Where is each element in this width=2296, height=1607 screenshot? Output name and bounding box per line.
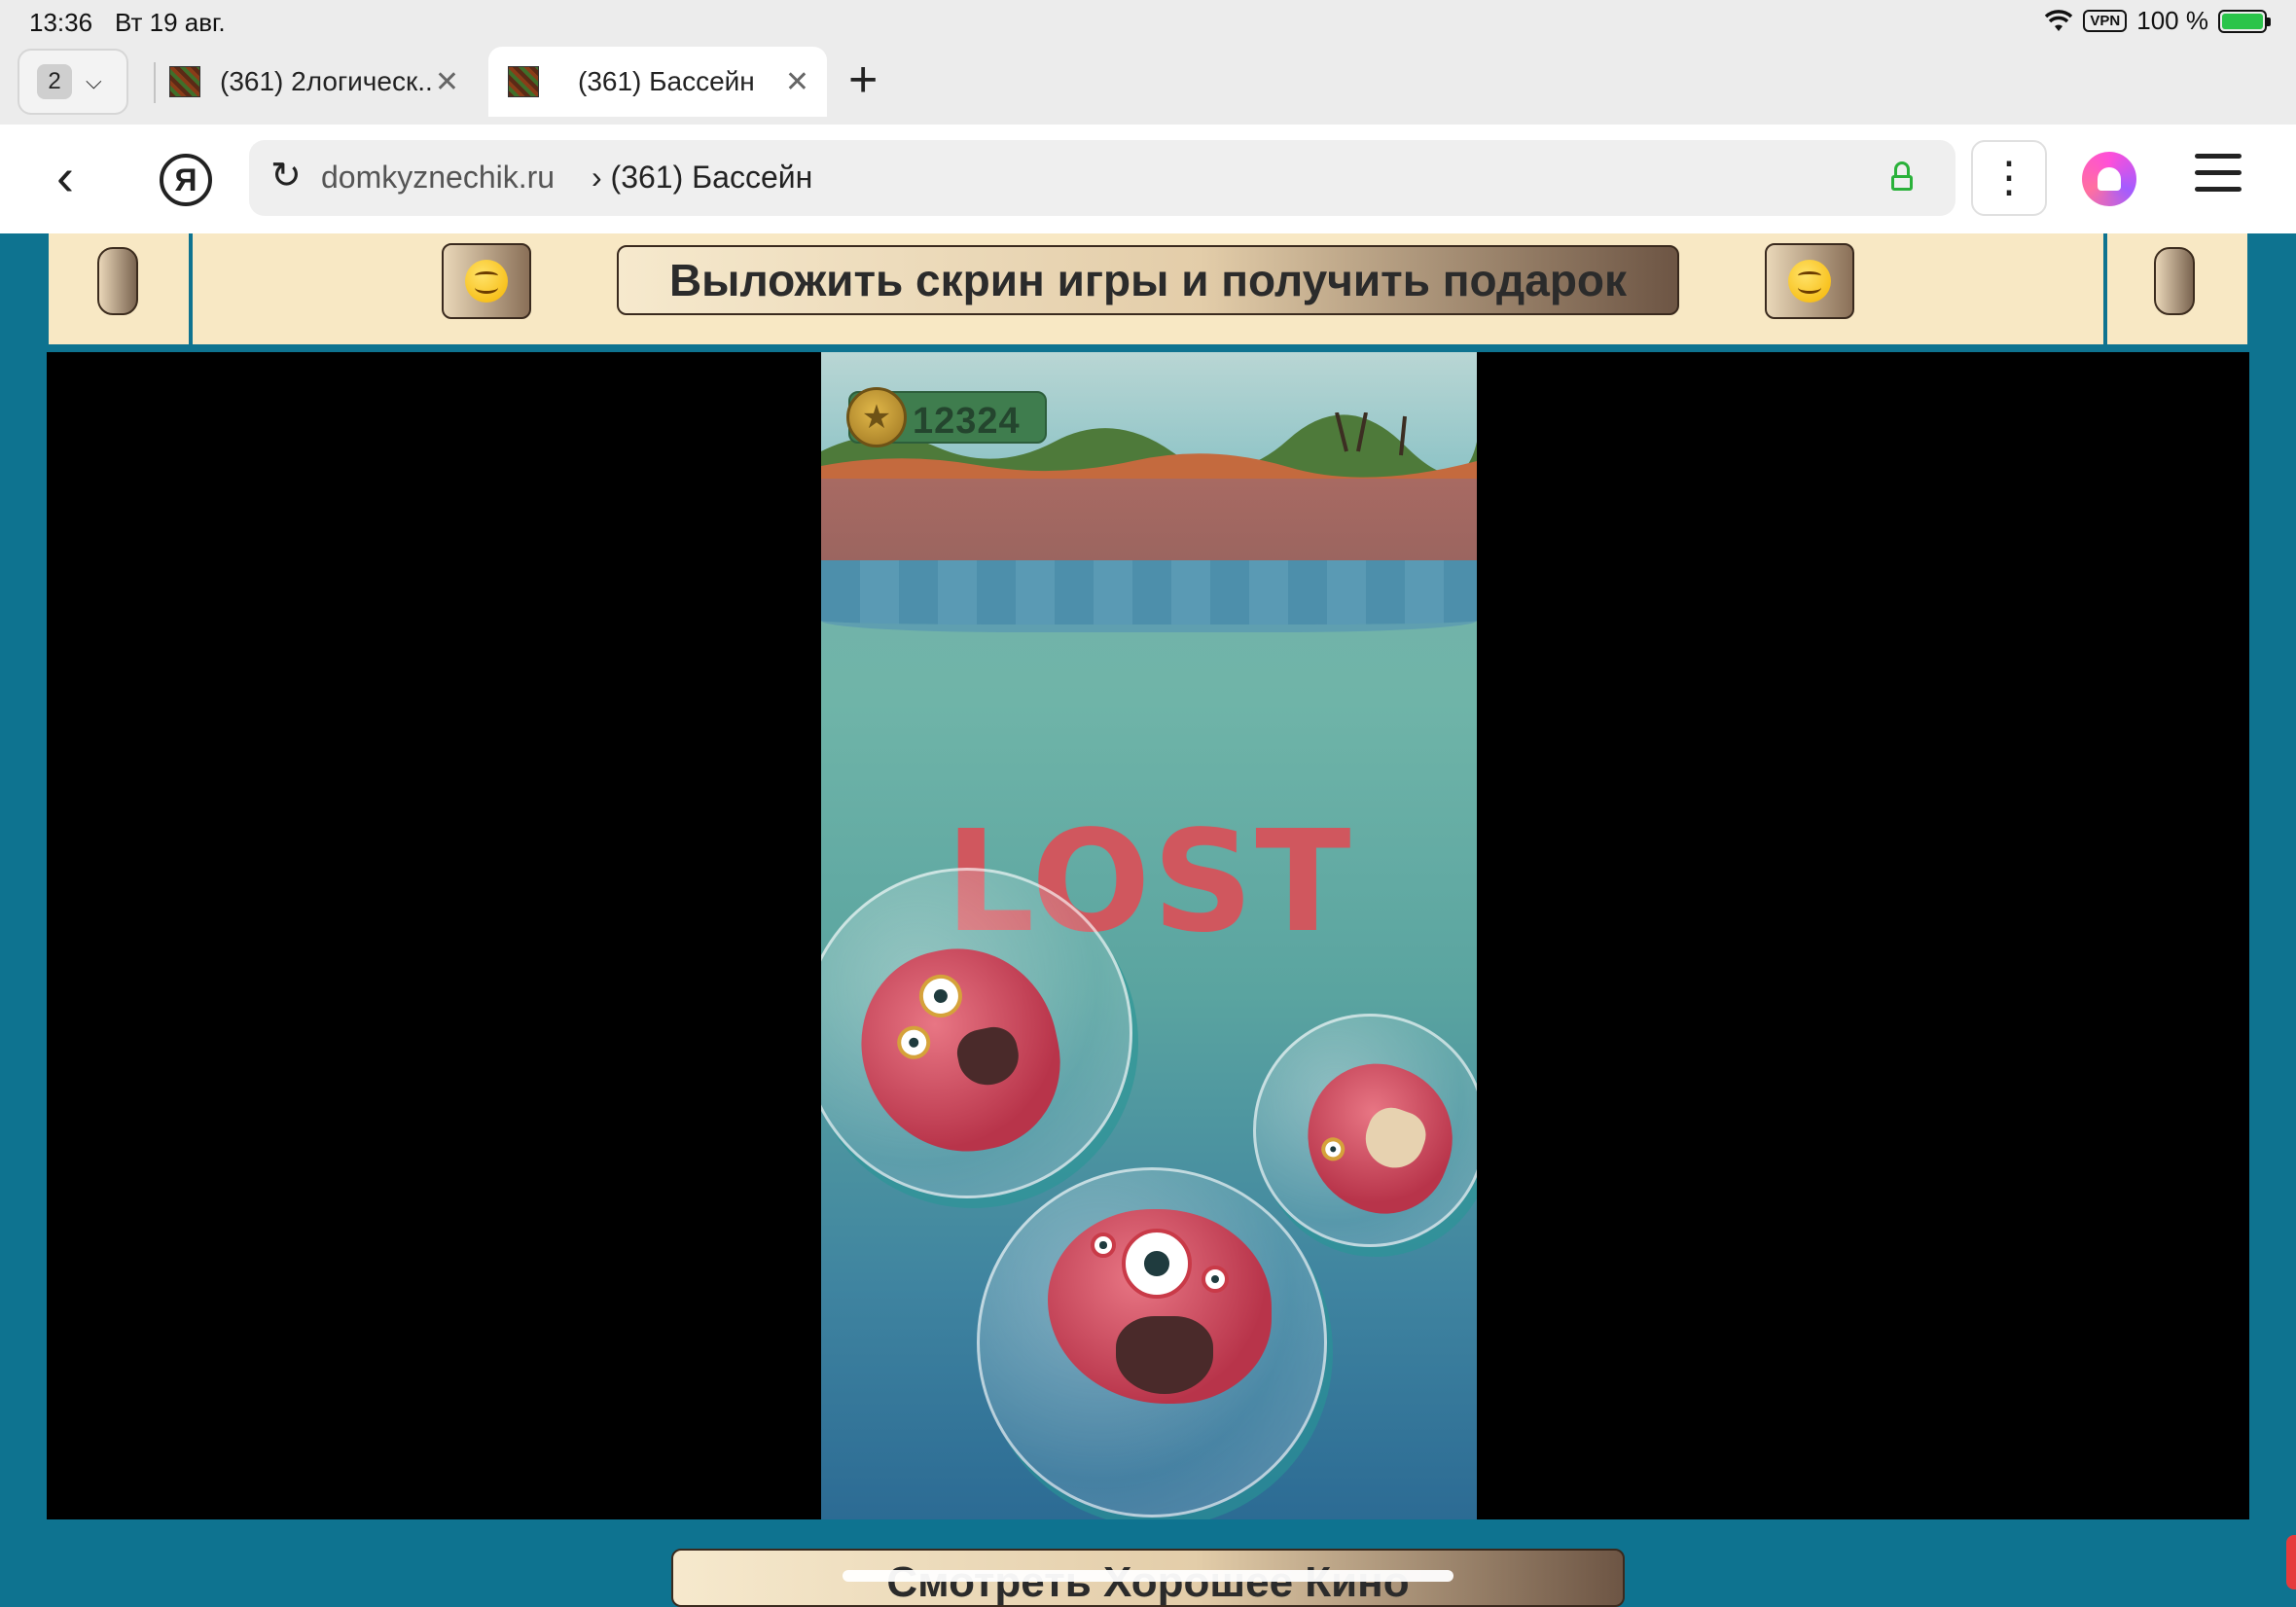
tab-favicon <box>169 66 200 97</box>
lock-icon[interactable] <box>1891 161 1913 191</box>
more-icon[interactable]: ⋮ <box>1971 140 2047 216</box>
coin-icon: ★ <box>846 387 907 447</box>
tab-logic[interactable]: (361) 2логическ... ✕ <box>169 47 477 117</box>
status-bar: 13:36 Вт 19 авг. VPN 100 % <box>0 0 2296 45</box>
home-indicator[interactable] <box>843 1570 1453 1582</box>
emoji-icon <box>1788 260 1831 303</box>
tab-bar: 2 ⌵ (361) 2логическ... ✕ (361) Бассейн ✕… <box>0 45 2296 125</box>
share-screenshot-button[interactable]: Выложить скрин игры и получить подарок <box>617 245 1679 315</box>
monster-mouth <box>1357 1100 1433 1176</box>
game-canvas[interactable]: ★ 12324 LOST <box>821 352 1477 1519</box>
vpn-badge: VPN <box>2083 10 2128 32</box>
monster-bubble[interactable] <box>977 1167 1327 1518</box>
tab-switcher-button[interactable]: 2 ⌵ <box>18 49 128 115</box>
score-panel: ★ 12324 <box>846 387 1047 447</box>
status-indicators: VPN 100 % <box>2044 6 2271 36</box>
battery-icon <box>2218 9 2271 33</box>
wifi-icon <box>2045 9 2073 31</box>
monster-bubble[interactable] <box>821 868 1132 1198</box>
reload-icon[interactable]: ↻ <box>270 154 302 197</box>
edge-widget[interactable] <box>2286 1535 2296 1589</box>
monster-mouth <box>1116 1316 1213 1394</box>
address-bar[interactable]: ↻ domkyznechik.ru › (361) Бассейн <box>249 140 1955 216</box>
monster-eye <box>1202 1266 1229 1293</box>
url-page-title: › (361) Бассейн <box>592 160 812 196</box>
banner-divider <box>2103 233 2107 348</box>
tab-title: (361) Бассейн <box>578 66 755 96</box>
alice-icon[interactable] <box>2082 152 2136 206</box>
yandex-logo-button[interactable]: Я <box>160 154 212 206</box>
score-value: 12324 <box>913 401 1021 442</box>
emoji-right-button[interactable] <box>1765 243 1854 319</box>
monster <box>1285 1044 1474 1232</box>
emoji-icon <box>465 260 508 303</box>
banner-left-pill[interactable] <box>97 247 138 315</box>
monster-bubble[interactable] <box>1253 1014 1477 1247</box>
emoji-left-button[interactable] <box>442 243 531 319</box>
plus-icon[interactable]: + <box>848 49 878 111</box>
status-date: Вт 19 авг. <box>115 8 226 37</box>
game-water-surface <box>821 560 1477 632</box>
monster-eye <box>1091 1232 1116 1258</box>
hamburger-icon[interactable] <box>2195 154 2242 203</box>
monster-mouth <box>952 1022 1024 1090</box>
game-frame: ★ 12324 LOST <box>47 352 2249 1519</box>
url-separator: › <box>592 160 602 195</box>
back-icon[interactable]: ‹ <box>56 148 74 206</box>
share-banner: Выложить скрин игры и получить подарок <box>49 233 2247 348</box>
monster-eye <box>1317 1133 1348 1164</box>
tab-favicon <box>508 66 539 97</box>
game-pool-edge <box>821 479 1477 560</box>
monster <box>843 930 1077 1171</box>
tab-count: 2 <box>37 64 72 99</box>
tab-pool[interactable]: (361) Бассейн ✕ <box>488 47 827 117</box>
navigation-bar: ‹ Я ↻ domkyznechik.ru › (361) Бассейн ⋮ <box>0 125 2296 233</box>
close-icon[interactable]: ✕ <box>435 65 459 99</box>
close-icon[interactable]: ✕ <box>785 65 809 99</box>
monster-eye <box>894 1022 934 1062</box>
battery-percent: 100 % <box>2136 6 2208 35</box>
banner-divider <box>189 233 193 348</box>
url-title: (361) Бассейн <box>610 160 813 195</box>
status-time: 13:36 <box>29 8 93 37</box>
tab-divider <box>154 62 156 103</box>
tab-title: (361) 2логическ... <box>220 66 434 96</box>
monster-eye <box>1122 1229 1192 1299</box>
monster <box>1048 1209 1272 1404</box>
url-domain: domkyznechik.ru <box>321 160 556 195</box>
banner-right-pill[interactable] <box>2154 247 2195 315</box>
chevron-down-icon: ⌵ <box>86 69 102 93</box>
monster-eye <box>915 970 967 1022</box>
